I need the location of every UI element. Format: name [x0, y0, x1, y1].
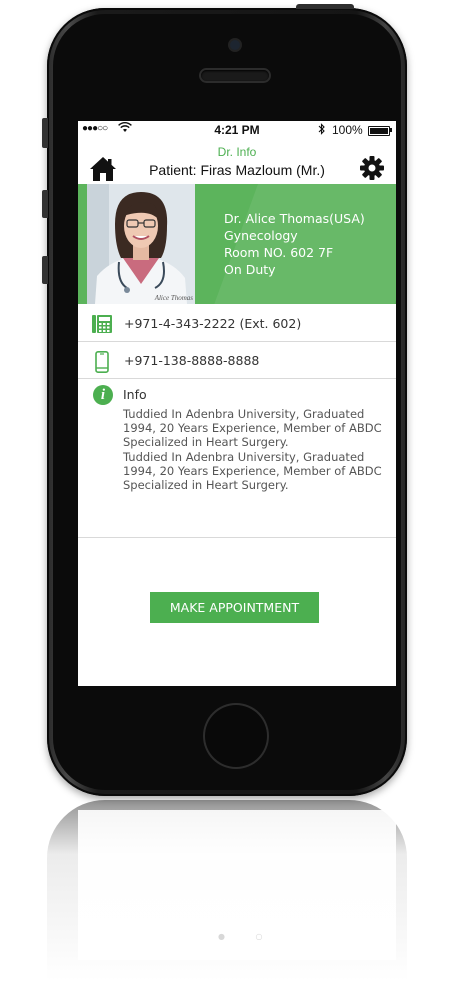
make-appointment-button[interactable]: MAKE APPOINTMENT: [150, 592, 319, 623]
battery-percent: 100%: [332, 123, 363, 137]
doctor-photo: Alice Thomas: [87, 184, 195, 304]
app-screen: ●●●○○ 4:21 PM 100% Dr. Info Patient: Fir…: [78, 121, 396, 686]
info-body: Tuddied In Adenbra University, Graduated…: [123, 407, 385, 492]
power-button: [296, 4, 354, 9]
volume-down-button: [42, 256, 48, 284]
photo-caption: Alice Thomas: [154, 294, 193, 302]
info-paragraph: Tuddied In Adenbra University, Graduated…: [123, 449, 382, 493]
doctor-profile-banner: Alice Thomas Dr. Alice Thomas(USA) Gynec…: [78, 184, 396, 304]
landline-row[interactable]: +971-4-343-2222 (Ext. 602): [78, 305, 396, 342]
front-camera: [230, 40, 240, 50]
doctor-status: On Duty: [224, 262, 276, 277]
battery-icon: [368, 126, 390, 136]
home-hardware-button[interactable]: [205, 705, 267, 767]
info-section: i Info Tuddied In Adenbra University, Gr…: [78, 377, 396, 538]
mobile-phone-icon: [92, 351, 112, 373]
reflection-dots: ● ○: [218, 932, 277, 941]
page-title: Patient: Firas Mazloum (Mr.): [149, 162, 325, 178]
status-bar: ●●●○○ 4:21 PM 100%: [78, 121, 396, 139]
page-subtitle: Dr. Info: [217, 145, 257, 159]
bluetooth-icon: [318, 123, 326, 138]
doctor-specialty: Gynecology: [224, 228, 298, 243]
info-paragraph: Tuddied In Adenbra University, Graduated…: [123, 407, 382, 450]
landline-phone-icon: [92, 314, 112, 334]
info-title: Info: [123, 387, 147, 402]
doctor-name: Dr. Alice Thomas(USA): [224, 211, 365, 226]
doctor-details: Dr. Alice Thomas(USA) Gynecology Room NO…: [224, 210, 365, 278]
doctor-room: Room NO. 602 7F: [224, 245, 334, 260]
volume-up-button: [42, 190, 48, 218]
nav-header: Dr. Info Patient: Firas Mazloum (Mr.): [78, 141, 396, 185]
mobile-row[interactable]: +971-138-8888-8888: [78, 342, 396, 379]
landline-number: +971-4-343-2222 (Ext. 602): [124, 316, 302, 331]
earpiece-speaker: [201, 70, 269, 81]
info-icon: i: [93, 385, 113, 405]
mute-switch: [42, 118, 48, 148]
mobile-number: +971-138-8888-8888: [124, 353, 260, 368]
battery-tip: [390, 128, 392, 132]
gear-icon[interactable]: [359, 155, 385, 181]
